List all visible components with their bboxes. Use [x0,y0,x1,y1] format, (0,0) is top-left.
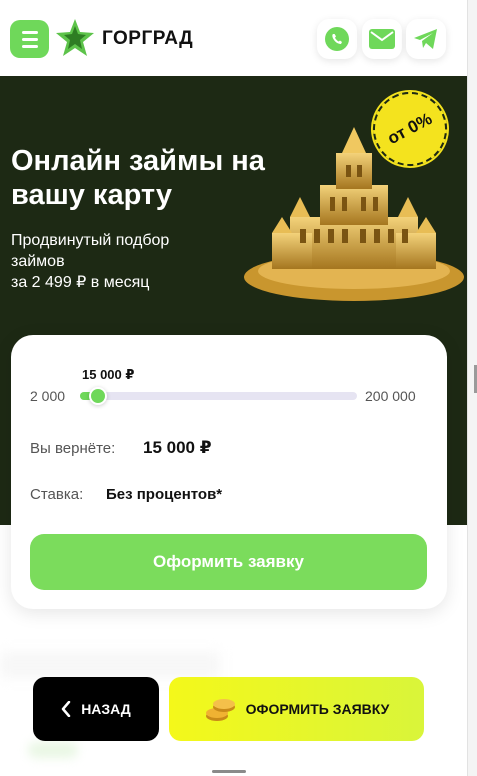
back-button-label: НАЗАД [81,701,131,717]
apply-button-label: ОФОРМИТЬ ЗАЯВКУ [245,701,390,717]
chevron-left-icon [61,701,71,717]
coins-icon [205,699,235,721]
hero-title: Онлайн займы на вашу карту [11,145,265,211]
telegram-icon [414,29,437,49]
rate-label: Ставка: [30,486,84,503]
faded-background [0,652,220,678]
star-logo-icon [56,19,94,56]
hero-subtitle-line2: за 2 499 ₽ в месяц [11,274,150,291]
menu-icon [21,30,38,34]
page: ГОРГРАД Онлайн займы на вашу карту Продв… [0,0,467,776]
mail-icon [369,29,395,49]
home-indicator [212,770,246,773]
return-value: 15 000 ₽ [143,438,212,457]
mail-button[interactable] [362,19,402,59]
slider-max-label: 200 000 [365,388,416,404]
faded-background-accent [28,742,78,758]
telegram-button[interactable] [406,19,446,59]
slider-current-value: 15 000 ₽ [82,367,135,382]
rate-value: Без процентов* [106,486,223,503]
slider-min-label: 2 000 [30,388,66,404]
return-label: Вы вернёте: [30,440,116,457]
rate-badge-text: от 0% [384,108,436,149]
whatsapp-icon [325,27,349,51]
hero-subtitle: Продвинутый подбор займов за 2 499 ₽ в м… [11,230,211,293]
site-header: ГОРГРАД [0,0,467,76]
back-button[interactable]: НАЗАД [33,677,159,741]
apply-button[interactable]: ОФОРМИТЬ ЗАЯВКУ [169,677,424,741]
logo-text[interactable]: ГОРГРАД [102,28,193,50]
whatsapp-button[interactable] [317,19,357,59]
menu-button[interactable] [10,20,49,58]
submit-application-button[interactable]: Оформить заявку [30,534,427,590]
amount-slider-track[interactable] [80,392,357,400]
hero-subtitle-line1: Продвинутый подбор займов [11,232,170,270]
